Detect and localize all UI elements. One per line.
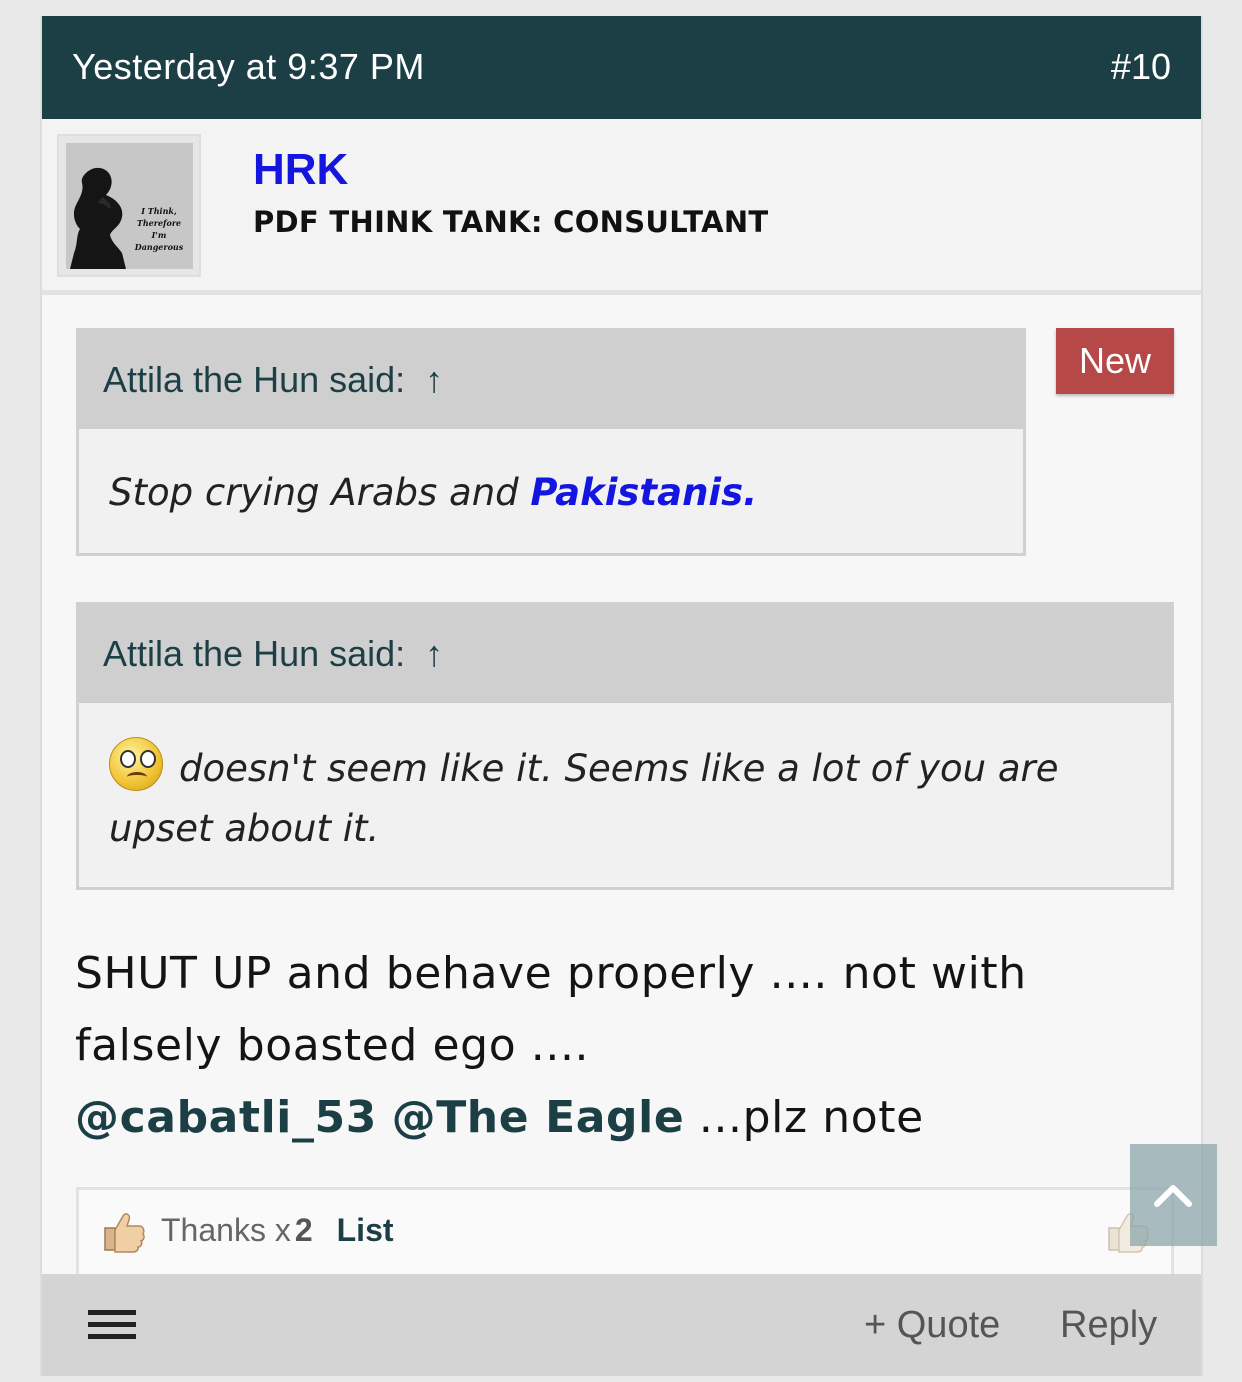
username-link[interactable]: HRK [253, 145, 348, 195]
quote-text: Stop crying Arabs and [109, 471, 531, 514]
mention-link[interactable]: @cabatli_53 [75, 1092, 377, 1143]
message-tail: ...plz note [698, 1092, 924, 1143]
likes-summary: Thanks x 2 List [161, 1212, 394, 1249]
new-badge: New [1056, 328, 1174, 394]
quote-link[interactable]: Pakistanis. [530, 471, 757, 514]
post-header: Yesterday at 9:37 PM #10 [42, 16, 1201, 119]
likes-count: 2 [294, 1212, 313, 1248]
avatar-image: I Think, Therefore I'm Dangerous [66, 143, 193, 269]
post-footer: + Quote Reply [42, 1274, 1201, 1376]
quote-body: Stop crying Arabs and Pakistanis. [109, 463, 757, 523]
user-title: PDF THINK TANK: CONSULTANT [253, 205, 769, 239]
quote-text: doesn't seem like it. Seems like a lot o… [109, 747, 1059, 850]
post-number[interactable]: #10 [1111, 46, 1171, 88]
jump-to-post-arrow-icon[interactable]: ↑ [425, 331, 443, 429]
mention-link[interactable]: @The Eagle [392, 1092, 685, 1143]
avatar-caption: I Think, Therefore I'm Dangerous [134, 206, 184, 252]
jump-to-post-arrow-icon[interactable]: ↑ [425, 605, 443, 703]
thumbs-up-icon [104, 1213, 145, 1253]
quote-block-1: Attila the Hun said: ↑ Stop crying Arabs… [76, 328, 1026, 556]
forum-post: Yesterday at 9:37 PM #10 I Think, Theref… [40, 16, 1203, 1376]
message-text: SHUT UP and behave properly .... not wit… [75, 948, 1027, 1071]
quote-header[interactable]: Attila the Hun said: ↑ [79, 605, 1171, 703]
scroll-to-top-button[interactable] [1130, 1144, 1217, 1246]
quote-button[interactable]: + Quote [864, 1304, 1000, 1347]
likes-bar: Thanks x 2 List [76, 1187, 1174, 1279]
post-date[interactable]: Yesterday at 9:37 PM [72, 46, 425, 88]
likes-label: Thanks x [161, 1212, 291, 1248]
menu-icon[interactable] [88, 1310, 136, 1340]
quote-author: Attila the Hun said: [103, 633, 406, 674]
post-message: SHUT UP and behave properly .... not wit… [75, 938, 1135, 1154]
user-info: I Think, Therefore I'm Dangerous HRK PDF… [42, 119, 1201, 295]
quote-block-2: Attila the Hun said: ↑ doesn't seem like… [76, 602, 1174, 890]
reply-button[interactable]: Reply [1060, 1304, 1157, 1347]
quote-body: doesn't seem like it. Seems like a lot o… [109, 737, 1139, 859]
frown-emoji-icon [109, 737, 163, 791]
quote-header[interactable]: Attila the Hun said: ↑ [79, 331, 1023, 429]
chevron-up-icon [1154, 1185, 1192, 1207]
likes-list-link[interactable]: List [337, 1212, 394, 1248]
avatar[interactable]: I Think, Therefore I'm Dangerous [57, 134, 201, 277]
quote-author: Attila the Hun said: [103, 359, 406, 400]
